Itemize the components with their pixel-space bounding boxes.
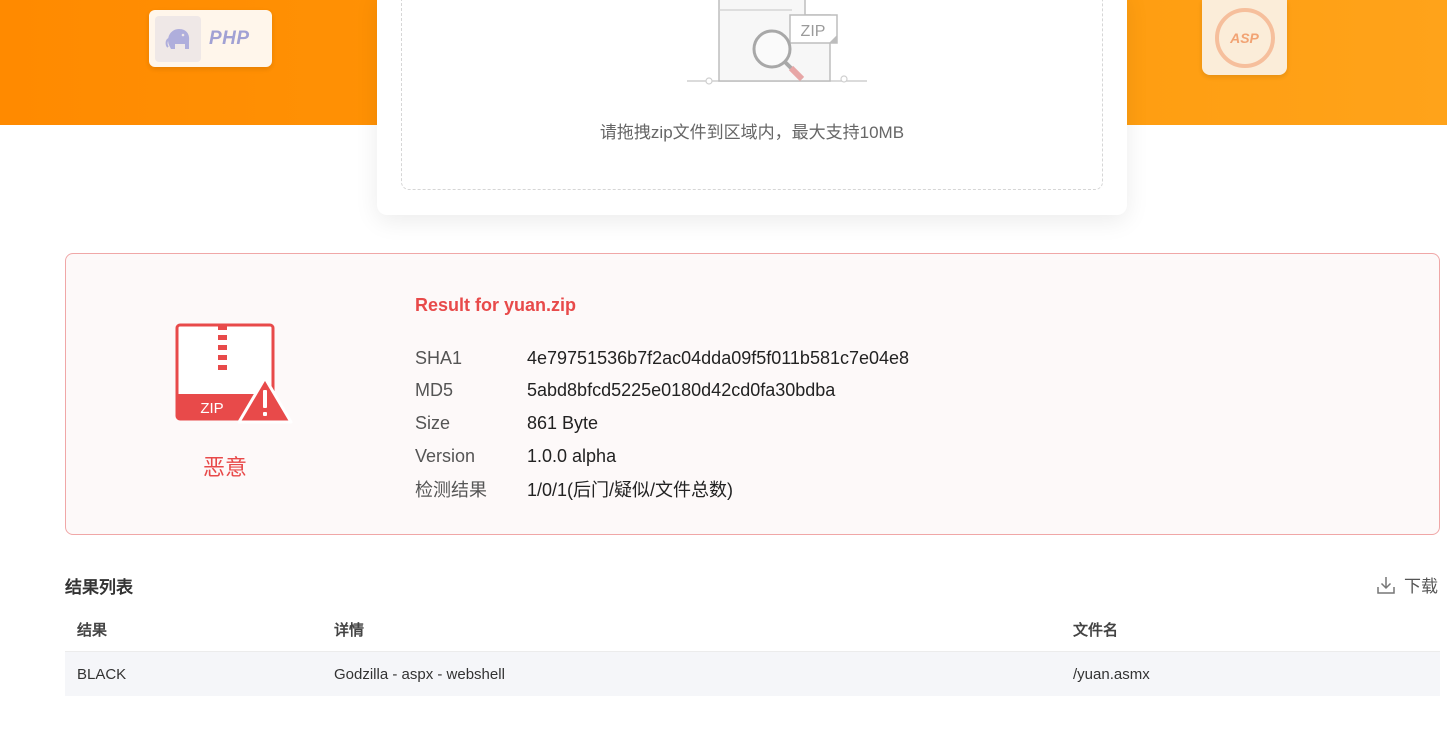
column-header-filename: 文件名 (1073, 622, 1119, 639)
info-row-size: Size 861 Byte (415, 407, 909, 440)
file-info-list: SHA1 4e79751536b7f2ac04dda09f5f011b581c7… (415, 342, 909, 505)
info-key: SHA1 (415, 347, 463, 368)
info-key: Version (415, 445, 476, 466)
elephant-icon (155, 15, 201, 62)
asp-badge: ASP (1202, 0, 1287, 75)
results-table: 结果 详情 文件名 BLACK Godzilla - aspx - webshe… (65, 608, 1440, 696)
zip-dropzone[interactable]: ZIP 请拖拽zip文件到区域内，最大支持10MB (401, 0, 1103, 190)
column-header-result: 结果 (77, 622, 108, 639)
info-key: MD5 (415, 380, 454, 401)
cell-result: BLACK (77, 665, 127, 683)
info-value: 1/0/1(后门/疑似/文件总数) (527, 479, 734, 500)
download-button[interactable]: 下载 (1376, 572, 1438, 597)
php-badge-label: PHP (209, 27, 250, 49)
download-icon (1377, 576, 1395, 594)
upload-hint: 请拖拽zip文件到区域内，最大支持10MB (599, 123, 905, 142)
info-row-version: Version 1.0.0 alpha (415, 440, 909, 473)
info-value: 1.0.0 alpha (527, 445, 617, 466)
table-header: 结果 详情 文件名 (65, 608, 1440, 652)
info-value: 5abd8bfcd5225e0180d42cd0fa30bdba (527, 380, 836, 401)
info-key: 检测结果 (415, 479, 487, 500)
download-label: 下载 (1404, 577, 1438, 596)
table-row[interactable]: BLACK Godzilla - aspx - webshell /yuan.a… (65, 652, 1440, 696)
cell-filename: /yuan.asmx (1073, 665, 1150, 683)
zip-illustration-label: ZIP (801, 23, 826, 40)
result-card: ZIP 恶意 Result for yuan.zip SHA1 4e797515… (65, 253, 1440, 535)
results-list-title: 结果列表 (65, 578, 133, 597)
verdict-label: 恶意 (202, 455, 247, 480)
info-key: Size (415, 412, 451, 433)
column-header-details: 详情 (334, 622, 365, 639)
result-title: Result for yuan.zip (415, 295, 577, 315)
zip-search-illustration-icon: ZIP (687, 0, 867, 85)
asp-badge-label: ASP (1230, 29, 1259, 46)
zip-warning-label: ZIP (200, 400, 223, 417)
info-value: 4e79751536b7f2ac04dda09f5f011b581c7e04e8 (527, 347, 910, 368)
info-row-sha1: SHA1 4e79751536b7f2ac04dda09f5f011b581c7… (415, 342, 909, 375)
upload-card: ZIP 请拖拽zip文件到区域内，最大支持10MB (377, 0, 1127, 215)
asp-logo-icon: ASP (1214, 7, 1275, 68)
zip-warning-icon: ZIP (175, 323, 293, 424)
info-value: 861 Byte (527, 412, 599, 433)
info-row-md5: MD5 5abd8bfcd5225e0180d42cd0fa30bdba (415, 375, 909, 408)
php-badge: PHP (149, 10, 272, 67)
info-row-detection: 检测结果 1/0/1(后门/疑似/文件总数) (415, 472, 909, 505)
cell-details: Godzilla - aspx - webshell (334, 665, 505, 683)
